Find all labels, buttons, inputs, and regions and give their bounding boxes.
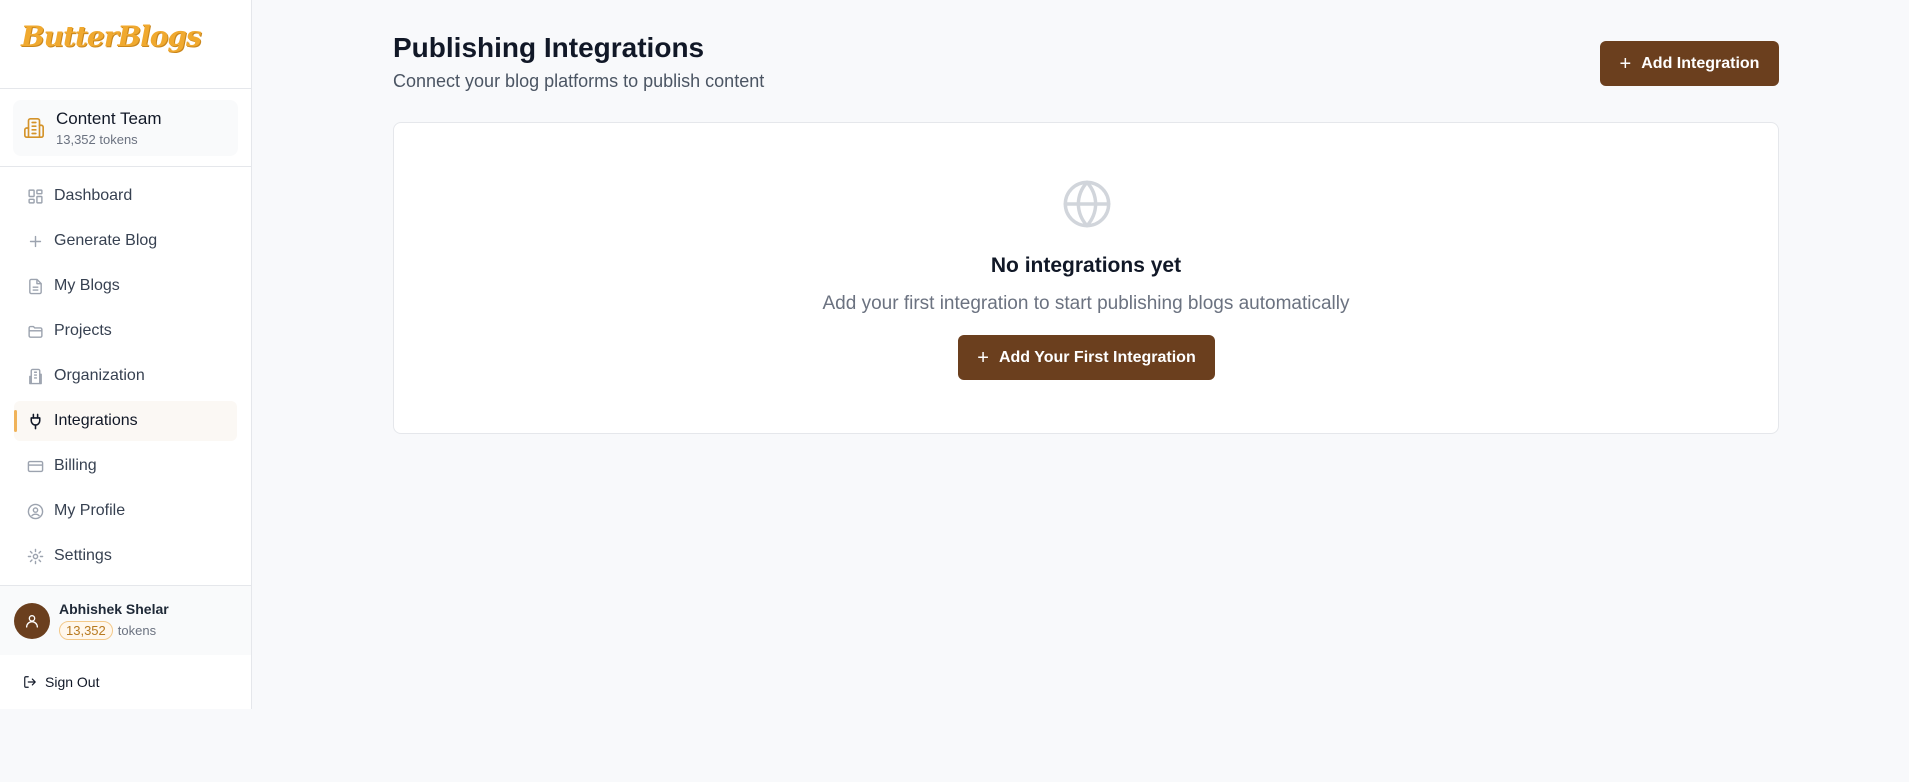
- user-name: Abhishek Shelar: [59, 601, 169, 617]
- team-switcher[interactable]: Content Team 13,352 tokens: [13, 100, 238, 156]
- sign-out-button[interactable]: Sign Out: [0, 655, 251, 709]
- sidebar-item-dashboard[interactable]: Dashboard: [14, 176, 237, 216]
- sidebar-item-billing[interactable]: Billing: [14, 446, 237, 486]
- token-suffix: tokens: [117, 623, 157, 638]
- sidebar-item-label: My Profile: [54, 502, 126, 519]
- user-tokens: 13,352 tokens: [59, 621, 169, 640]
- token-badge: 13,352: [59, 621, 113, 640]
- plus-icon: [27, 233, 44, 250]
- add-first-integration-button[interactable]: + Add Your First Integration: [958, 335, 1215, 380]
- sidebar-item-label: Settings: [54, 547, 112, 564]
- plug-icon: [27, 413, 44, 430]
- page-title: Publishing Integrations: [393, 32, 705, 63]
- globe-icon: [1061, 178, 1113, 230]
- sidebar-item-integrations[interactable]: Integrations: [14, 401, 237, 441]
- logo[interactable]: ButterBlogs: [21, 20, 202, 53]
- sidebar-item-label: Generate Blog: [54, 232, 158, 249]
- building-icon: [27, 368, 44, 385]
- add-integration-button[interactable]: + Add Integration: [1600, 41, 1779, 86]
- team-tokens: 13,352 tokens: [56, 132, 138, 147]
- sign-out-icon: [23, 675, 37, 689]
- sidebar-item-label: Projects: [54, 322, 112, 339]
- logo-area: ButterBlogs: [0, 0, 251, 89]
- dashboard-icon: [27, 188, 44, 205]
- folder-icon: [27, 323, 44, 340]
- sidebar: ButterBlogs Content Team 13,352 tokens D…: [0, 0, 252, 709]
- empty-state-description: Add your first integration to start publ…: [822, 293, 1350, 314]
- sidebar-nav: Dashboard Generate Blog My Blogs Project…: [0, 167, 251, 576]
- sidebar-item-label: Billing: [54, 457, 97, 474]
- credit-card-icon: [27, 458, 44, 475]
- sidebar-item-my-profile[interactable]: My Profile: [14, 491, 237, 531]
- plus-icon: +: [977, 346, 989, 369]
- add-first-integration-label: Add Your First Integration: [998, 348, 1196, 366]
- building-icon: [23, 117, 45, 139]
- user-icon: [26, 614, 38, 628]
- page-subtitle: Connect your blog platforms to publish c…: [393, 71, 765, 91]
- gear-icon: [27, 548, 44, 565]
- avatar: [14, 602, 50, 639]
- empty-state-card: No integrations yet Add your first integ…: [393, 122, 1779, 434]
- add-integration-label: Add Integration: [1641, 54, 1760, 72]
- sidebar-item-organization[interactable]: Organization: [14, 356, 237, 396]
- sidebar-item-generate-blog[interactable]: Generate Blog: [14, 221, 237, 261]
- user-card[interactable]: Abhishek Shelar 13,352 tokens: [0, 585, 251, 655]
- sidebar-item-label: Integrations: [54, 412, 138, 429]
- user-circle-icon: [27, 503, 44, 520]
- team-name: Content Team: [56, 109, 162, 128]
- empty-state-title: No integrations yet: [990, 254, 1182, 277]
- sidebar-item-settings[interactable]: Settings: [14, 536, 237, 576]
- team-area: Content Team 13,352 tokens: [0, 89, 251, 167]
- sidebar-item-label: Organization: [54, 367, 145, 384]
- plus-icon: +: [1619, 52, 1632, 75]
- document-icon: [27, 278, 44, 295]
- sidebar-item-projects[interactable]: Projects: [14, 311, 237, 351]
- sidebar-item-label: My Blogs: [54, 277, 120, 294]
- sidebar-item-label: Dashboard: [54, 187, 133, 204]
- sidebar-item-my-blogs[interactable]: My Blogs: [14, 266, 237, 306]
- sign-out-label: Sign Out: [45, 674, 100, 690]
